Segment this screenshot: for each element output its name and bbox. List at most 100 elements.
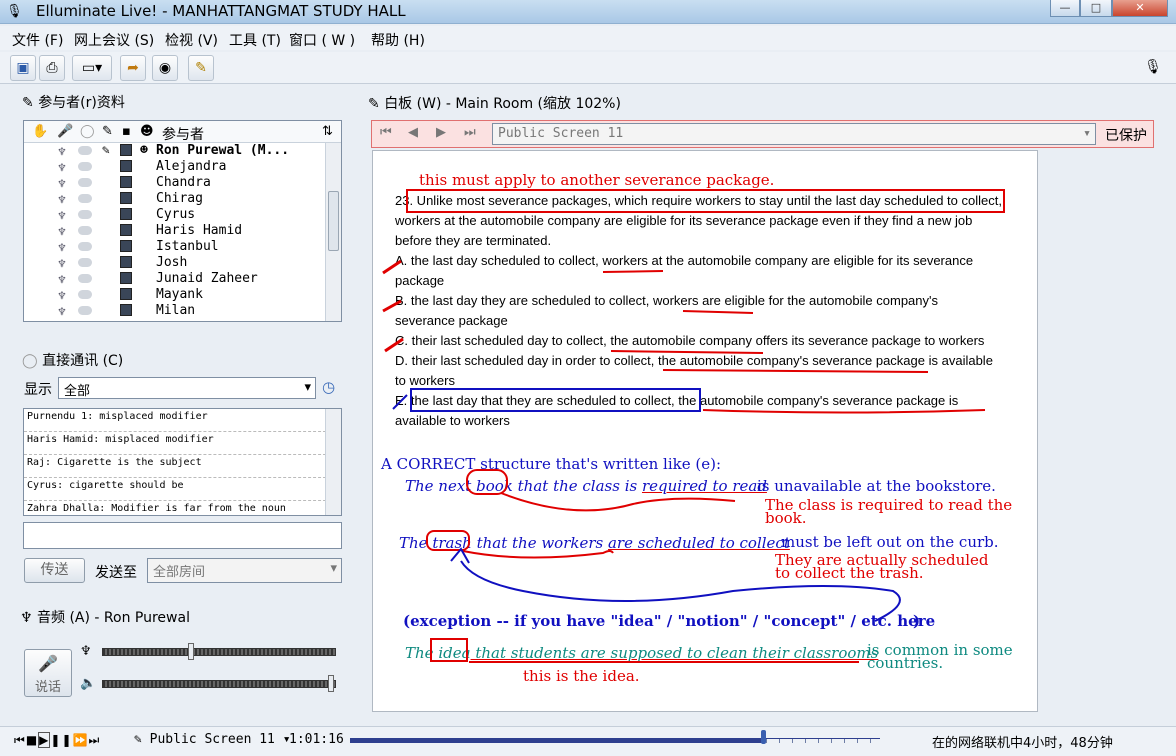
previous-screen-icon[interactable]: ◀ bbox=[408, 125, 418, 140]
mic-icon: ♆ bbox=[58, 257, 66, 272]
mic-level-slider[interactable] bbox=[102, 648, 336, 656]
show-filter-select[interactable]: 全部 ▾ bbox=[58, 377, 316, 399]
answer-line: package bbox=[395, 273, 445, 288]
participant-name: Junaid Zaheer bbox=[156, 271, 258, 286]
video-icon bbox=[120, 144, 132, 156]
minimize-button[interactable]: — bbox=[1050, 0, 1080, 17]
chevron-down-icon: ▾ bbox=[1083, 126, 1091, 141]
participants-icon: ✎ bbox=[22, 95, 39, 111]
rewind-start-icon[interactable]: ⏮ bbox=[14, 733, 26, 747]
screen-indicator[interactable]: ✎ Public Screen 11 ▾ bbox=[134, 732, 291, 747]
question-line: 23. Unlike most severance packages, whic… bbox=[395, 193, 1002, 208]
mic-icon: ♆ bbox=[58, 305, 66, 320]
chat-input[interactable] bbox=[23, 522, 342, 549]
participant-row[interactable]: ♆ Chandra bbox=[24, 175, 341, 192]
participant-row[interactable]: ♆ Mayank bbox=[24, 287, 341, 304]
scrollbar-thumb[interactable] bbox=[328, 191, 339, 251]
participant-name: Istanbul bbox=[156, 239, 219, 254]
mic-icon: ♆ bbox=[58, 273, 66, 288]
example-2-predicate: must be left out on the curb. bbox=[781, 533, 999, 551]
play-icon[interactable]: ▶ bbox=[38, 732, 51, 748]
chat-icon: ◯ bbox=[22, 353, 43, 369]
close-button[interactable]: ✕ bbox=[1112, 0, 1168, 17]
menu-window[interactable]: 窗口 ( W ) bbox=[289, 30, 355, 50]
toolbar: ▣ ⎙ ▭▾ ➦ ◉ ✎ 🎙 bbox=[0, 52, 1176, 84]
save-icon[interactable]: ▣ bbox=[10, 55, 36, 81]
participant-name: Haris Hamid bbox=[156, 223, 243, 238]
mic-slider-thumb[interactable] bbox=[187, 643, 194, 660]
notes-icon[interactable]: ✎ bbox=[188, 55, 214, 81]
menu-view[interactable]: 检视 (V) bbox=[165, 30, 218, 50]
participant-row[interactable]: ♆ Istanbul bbox=[24, 239, 341, 256]
video-icon bbox=[120, 176, 132, 188]
webcam-icon[interactable]: ◉ bbox=[152, 55, 178, 81]
participant-name: Ron Purewal (M... bbox=[156, 143, 290, 158]
chat-message: Haris Hamid: misplaced modifier bbox=[24, 432, 341, 455]
participants-scrollbar[interactable] bbox=[325, 143, 341, 321]
fast-forward-icon[interactable]: ⏩ bbox=[73, 733, 89, 747]
send-to-value: 全部房间 bbox=[153, 565, 206, 580]
layout-icon[interactable]: ▭▾ bbox=[72, 55, 112, 81]
participant-row[interactable]: ♆ Josh bbox=[24, 255, 341, 272]
send-button[interactable]: 传送 bbox=[24, 558, 85, 583]
video-icon bbox=[120, 256, 132, 268]
annotation-example-2-b: to collect the trash. bbox=[775, 564, 924, 582]
annotation-correct: A CORRECT structure that's written like … bbox=[381, 455, 722, 473]
participants-column-header[interactable]: 参与者 bbox=[162, 124, 204, 144]
chevron-down-icon: ▾ bbox=[330, 561, 337, 576]
participant-row[interactable]: ♆ Cyrus bbox=[24, 207, 341, 224]
participant-name: Chandra bbox=[156, 175, 211, 190]
participant-row[interactable]: ♆ Chirag bbox=[24, 191, 341, 208]
sort-icon[interactable]: ⇅ bbox=[322, 124, 333, 139]
participant-row[interactable]: ♆ Junaid Zaheer bbox=[24, 271, 341, 288]
menu-help[interactable]: 帮助 (H) bbox=[371, 30, 425, 50]
participant-row[interactable]: ♆ Haris Hamid bbox=[24, 223, 341, 240]
menu-file[interactable]: 文件 (F) bbox=[12, 30, 63, 50]
skip-end-icon[interactable]: ⏭ bbox=[88, 733, 100, 747]
show-filter-value: 全部 bbox=[64, 384, 91, 399]
user-header-icon: ☻ bbox=[140, 124, 154, 139]
stop-icon[interactable]: ■ bbox=[26, 733, 38, 747]
speaker-level-slider[interactable] bbox=[102, 680, 336, 688]
participant-name: Cyrus bbox=[156, 207, 196, 222]
participant-name: Chirag bbox=[156, 191, 203, 206]
participant-row[interactable]: ♆ Milan bbox=[24, 303, 341, 320]
send-to-select[interactable]: 全部房间 ▾ bbox=[147, 558, 342, 583]
participant-row[interactable]: ♆ ✎ ☻ Ron Purewal (M... bbox=[24, 143, 341, 160]
moderator-icon: ☻ bbox=[140, 143, 148, 158]
example-3-sentence: The idea that students are supposed to c… bbox=[405, 644, 879, 662]
pencil-header-icon: ✎ bbox=[102, 124, 113, 139]
chat-log[interactable]: Purnendu 1: misplaced modifier Haris Ham… bbox=[23, 408, 342, 516]
print-icon[interactable]: ⎙ bbox=[39, 55, 65, 81]
playback-timeline[interactable] bbox=[350, 738, 880, 743]
maximize-button[interactable]: □ bbox=[1080, 0, 1112, 17]
last-screen-icon[interactable]: ⏭ bbox=[464, 125, 476, 140]
next-screen-icon[interactable]: ▶ bbox=[436, 125, 446, 140]
speaker-slider-thumb[interactable] bbox=[328, 675, 335, 692]
hand-icon: ✋ bbox=[32, 124, 49, 139]
menu-tools[interactable]: 工具 (T) bbox=[229, 30, 281, 50]
participant-name: Mayank bbox=[156, 287, 203, 302]
answer-line: C. their last scheduled day to collect, … bbox=[395, 333, 985, 348]
speaker-icon: 🔈 bbox=[80, 676, 97, 691]
playback-time: 1:01:16 bbox=[289, 732, 344, 747]
participant-row[interactable]: ♆ Alejandra bbox=[24, 159, 341, 176]
elluminate-logo-icon: 🎙 bbox=[6, 4, 23, 19]
clock-icon[interactable]: ◷ bbox=[322, 378, 335, 396]
first-screen-icon[interactable]: ⏮ bbox=[380, 125, 392, 140]
chat-scrollbar[interactable] bbox=[325, 409, 341, 515]
whiteboard-canvas[interactable]: this must apply to another severance pac… bbox=[372, 150, 1038, 712]
status-bar: ⏮■▶❚❚⏩⏭ ✎ Public Screen 11 ▾ 1:01:16 在的网… bbox=[0, 726, 1176, 756]
chat-message: Purnendu 1: misplaced modifier bbox=[24, 409, 341, 432]
screen-select[interactable]: Public Screen 11 ▾ bbox=[492, 123, 1096, 145]
menu-session[interactable]: 网上会议 (S) bbox=[74, 30, 154, 50]
participants-list[interactable]: ✋ 🎤 ◯ ✎ ▪ ☻ 参与者 ⇅ ♆ ✎ ☻ Ron Purewal (M... ♆… bbox=[23, 120, 342, 322]
pause-icon[interactable]: ❚❚ bbox=[50, 733, 72, 747]
share-icon[interactable]: ➦ bbox=[120, 55, 146, 81]
audio-title: ♆ 音频 (A) - Ron Purewal bbox=[20, 610, 190, 626]
mic-icon: ♆ bbox=[58, 161, 66, 176]
mic-icon: ♆ bbox=[58, 193, 66, 208]
activity-icon[interactable]: 🎙 bbox=[1140, 55, 1166, 81]
playback-thumb[interactable] bbox=[761, 730, 767, 744]
chat-title: ◯ 直接通讯 (C) bbox=[22, 353, 124, 369]
